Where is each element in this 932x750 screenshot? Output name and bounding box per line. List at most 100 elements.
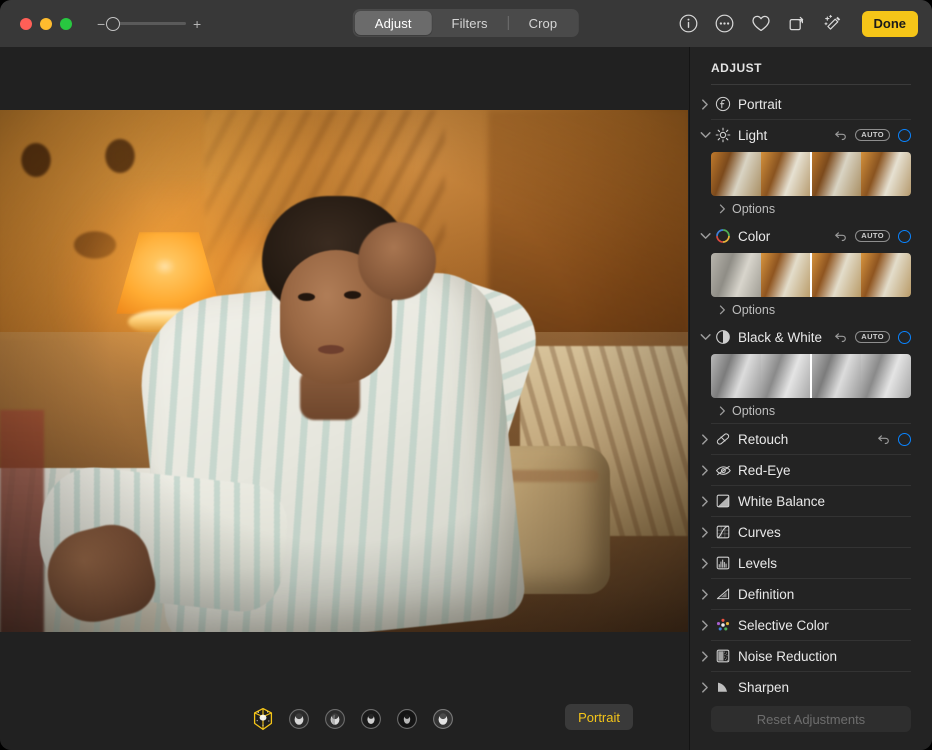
sidebar-item-red-eye[interactable]: Red-Eye — [690, 455, 932, 485]
sidebar-item-levels[interactable]: Levels — [690, 548, 932, 578]
filmstrip-cell[interactable] — [761, 354, 811, 398]
sidebar-item-curves[interactable]: Curves — [690, 517, 932, 547]
minimize-window-button[interactable] — [40, 18, 52, 30]
sidebar-item-portrait[interactable]: Portrait — [690, 89, 932, 119]
chevron-right-icon[interactable] — [698, 527, 712, 538]
reset-adjustments-button[interactable]: Reset Adjustments — [711, 706, 911, 732]
sidebar-item-sharpen[interactable]: Sharpen — [690, 672, 932, 694]
enable-toggle[interactable] — [898, 129, 911, 142]
auto-badge[interactable]: AUTO — [855, 230, 890, 243]
filmstrip-cell[interactable] — [711, 354, 761, 398]
adjustment-controls: AUTO — [834, 331, 911, 344]
done-button[interactable]: Done — [862, 11, 919, 37]
info-icon[interactable] — [678, 13, 700, 35]
adjustment-controls: AUTO — [834, 129, 911, 142]
chevron-down-icon[interactable] — [698, 131, 712, 139]
filmstrip-cell[interactable] — [811, 152, 861, 196]
adjustment-section-levels: Levels — [690, 548, 932, 579]
lighting-option-stage-light[interactable] — [358, 706, 384, 732]
filmstrip-cell[interactable] — [811, 354, 861, 398]
portrait-toggle-button[interactable]: Portrait — [565, 704, 633, 730]
tab-crop[interactable]: Crop — [509, 11, 578, 35]
edit-mode-segmented-control: Adjust Filters Crop — [353, 9, 579, 37]
reset-icon[interactable] — [834, 331, 847, 343]
adjust-sidebar: ADJUST Portrait — [689, 47, 932, 750]
lighting-option-high-key-light-mono[interactable] — [430, 706, 456, 732]
sidebar-item-color[interactable]: Color AUTO — [690, 221, 932, 251]
chevron-right-icon[interactable] — [698, 465, 712, 476]
chevron-right-icon[interactable] — [698, 589, 712, 600]
light-variant-filmstrip[interactable] — [711, 152, 911, 196]
reset-icon[interactable] — [834, 230, 847, 242]
tab-adjust[interactable]: Adjust — [355, 11, 432, 35]
edited-photo[interactable] — [0, 110, 688, 632]
zoom-in-icon[interactable]: + — [193, 17, 201, 31]
zoom-slider-knob[interactable] — [106, 17, 120, 31]
enable-toggle[interactable] — [898, 230, 911, 243]
enable-toggle[interactable] — [898, 433, 911, 446]
filmstrip-cell[interactable] — [811, 253, 861, 297]
more-options-icon[interactable] — [714, 13, 736, 35]
filmstrip-cell[interactable] — [761, 253, 811, 297]
chevron-right-icon[interactable] — [698, 620, 712, 631]
sidebar-item-white-balance[interactable]: White Balance — [690, 486, 932, 516]
sidebar-item-black-and-white[interactable]: Black & White AUTO — [690, 322, 932, 352]
lighting-option-contour-light[interactable] — [322, 706, 348, 732]
maximize-window-button[interactable] — [60, 18, 72, 30]
chevron-right-icon[interactable] — [719, 406, 726, 416]
chevron-right-icon[interactable] — [698, 682, 712, 693]
chevron-right-icon[interactable] — [698, 434, 712, 445]
enable-toggle[interactable] — [898, 331, 911, 344]
reset-icon[interactable] — [834, 129, 847, 141]
lighting-option-stage-light-mono[interactable] — [394, 706, 420, 732]
auto-enhance-icon[interactable] — [822, 13, 844, 35]
filmstrip-playhead[interactable] — [810, 152, 812, 196]
filmstrip-cell[interactable] — [861, 152, 911, 196]
bottom-toolbar: Portrait — [0, 694, 688, 750]
chevron-right-icon[interactable] — [719, 305, 726, 315]
tab-filters[interactable]: Filters — [432, 11, 508, 35]
sidebar-item-light[interactable]: Light AUTO — [690, 120, 932, 150]
sidebar-item-definition[interactable]: Definition — [690, 579, 932, 609]
chevron-down-icon[interactable] — [698, 232, 712, 240]
sidebar-item-label: Red-Eye — [738, 463, 911, 478]
chevron-right-icon[interactable] — [698, 558, 712, 569]
sidebar-item-retouch[interactable]: Retouch — [690, 424, 932, 454]
black-and-white-options-disclosure[interactable]: Options — [690, 398, 932, 423]
close-window-button[interactable] — [20, 18, 32, 30]
auto-badge[interactable]: AUTO — [855, 129, 890, 142]
filmstrip-cell[interactable] — [861, 354, 911, 398]
chevron-right-icon[interactable] — [698, 651, 712, 662]
chevron-right-icon[interactable] — [698, 99, 712, 110]
chevron-down-icon[interactable] — [698, 333, 712, 341]
chevron-right-icon[interactable] — [719, 204, 726, 214]
sidebar-item-selective-color[interactable]: Selective Color — [690, 610, 932, 640]
chevron-right-icon[interactable] — [698, 496, 712, 507]
zoom-out-icon[interactable]: − — [97, 17, 105, 31]
sidebar-item-noise-reduction[interactable]: Noise Reduction — [690, 641, 932, 671]
color-variant-filmstrip[interactable] — [711, 253, 911, 297]
filmstrip-cell[interactable] — [711, 253, 761, 297]
filmstrip-playhead[interactable] — [810, 354, 812, 398]
reset-icon[interactable] — [877, 433, 890, 445]
contrast-circle-icon — [712, 329, 734, 345]
sidebar-title: ADJUST — [690, 47, 932, 75]
filmstrip-cell[interactable] — [761, 152, 811, 196]
auto-badge[interactable]: AUTO — [855, 331, 890, 344]
filmstrip-cell[interactable] — [861, 253, 911, 297]
zoom-slider[interactable]: − + — [97, 17, 201, 31]
filmstrip-playhead[interactable] — [810, 253, 812, 297]
light-options-disclosure[interactable]: Options — [690, 196, 932, 221]
sidebar-title-divider — [711, 84, 911, 85]
adjustment-controls: AUTO — [834, 230, 911, 243]
favorite-heart-icon[interactable] — [750, 13, 772, 35]
lighting-option-natural-light[interactable] — [250, 706, 276, 732]
lighting-option-studio-light[interactable] — [286, 706, 312, 732]
zoom-slider-track[interactable] — [112, 22, 186, 25]
rotate-icon[interactable] — [786, 13, 808, 35]
color-options-disclosure[interactable]: Options — [690, 297, 932, 322]
filmstrip-cell[interactable] — [711, 152, 761, 196]
adjustment-section-black-and-white: Black & White AUTO — [690, 322, 932, 424]
options-label: Options — [732, 202, 775, 216]
black-and-white-variant-filmstrip[interactable] — [711, 354, 911, 398]
